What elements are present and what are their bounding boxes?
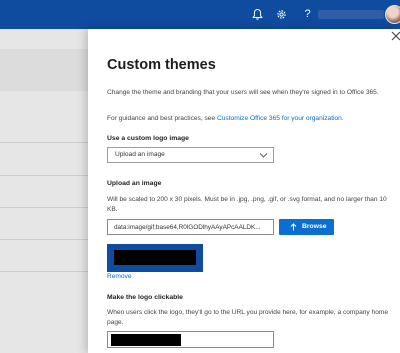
upload-arrow-icon [290,223,297,231]
browse-button-label: Browse [302,222,327,230]
upload-hint: Will be scaled to 200 x 30 pixels. Must … [107,196,387,213]
user-name-redacted[interactable] [318,10,384,19]
divider [0,142,88,143]
logo-url-redacted [111,334,181,346]
clickable-section-label: Make the logo clickable [107,294,183,301]
logo-preview-redacted [114,250,196,265]
logo-url-field[interactable] [107,331,274,348]
background-band [0,49,88,91]
bell-icon[interactable] [251,8,264,21]
image-data-field[interactable]: data:image/gif;base64,R0lGODlhyAAyAPcAAL… [107,219,274,235]
guidance-suffix: . [341,115,344,122]
panel-title: Custom themes [107,57,216,73]
remove-link[interactable]: Remove [107,273,132,280]
background-page [0,29,88,353]
close-icon[interactable] [391,31,400,41]
clickable-hint: When users click the logo, they'll go to… [107,309,389,326]
gear-icon[interactable] [275,8,288,21]
top-navigation-bar: ? [0,0,400,29]
divider [0,175,88,176]
browse-button[interactable]: Browse [279,219,334,235]
upload-section-label: Upload an image [107,180,162,187]
help-icon[interactable]: ? [301,8,314,21]
logo-section-label: Use a custom logo image [107,135,189,142]
logo-image-select[interactable]: Upload an image [107,147,274,163]
divider [0,271,88,272]
chevron-down-icon [259,153,268,158]
guidance-prefix: For guidance and best practices, see [107,115,217,122]
logo-preview [107,244,203,272]
avatar[interactable] [385,5,400,24]
intro-text: Change the theme and branding that your … [107,89,379,96]
logo-image-select-value: Upload an image [115,151,165,158]
divider [0,207,88,208]
custom-themes-panel [88,29,400,353]
image-data-value: data:image/gif;base64,R0lGODlhyAAyAPcAAL… [114,223,261,231]
guidance-text: For guidance and best practices, see Cus… [107,114,393,124]
divider [0,239,88,240]
customize-office-link[interactable]: Customize Office 365 for your organizati… [217,115,342,122]
